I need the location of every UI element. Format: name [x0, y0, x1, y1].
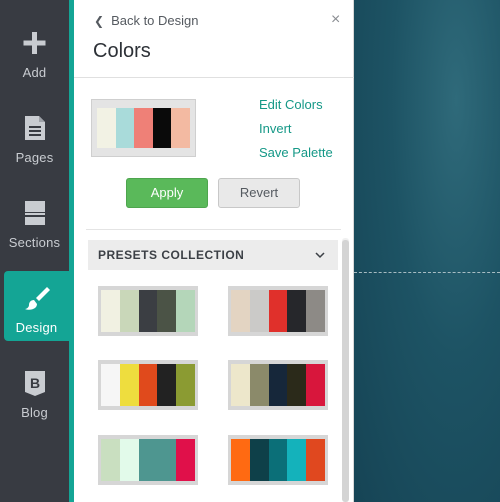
color-swatch [287, 364, 307, 406]
sidebar-item-label: Sections [8, 235, 61, 250]
color-swatch [157, 364, 177, 406]
invert-link[interactable]: Invert [259, 121, 292, 136]
scrollbar-thumb[interactable] [342, 240, 349, 502]
sidebar-item-label: Design [15, 320, 58, 335]
color-swatch [138, 439, 158, 481]
apply-button[interactable]: Apply [126, 178, 208, 208]
color-swatch [268, 290, 288, 332]
divider [86, 229, 341, 230]
page-canvas[interactable] [354, 0, 500, 502]
preset-palette[interactable] [228, 360, 328, 410]
color-swatch [115, 108, 135, 148]
color-swatch [306, 290, 325, 332]
color-swatch [231, 290, 250, 332]
sidebar-item-sections[interactable]: Sections [0, 186, 69, 256]
color-swatch [231, 439, 250, 481]
sidebar-item-pages[interactable]: Pages [0, 101, 69, 171]
color-swatch [249, 439, 269, 481]
color-swatch [287, 290, 307, 332]
back-to-design-link[interactable]: ❮ Back to Design [94, 13, 199, 28]
color-swatch [138, 364, 158, 406]
color-swatch [268, 439, 288, 481]
color-swatch [97, 108, 116, 148]
svg-text:B: B [30, 375, 40, 391]
section-divider-guide [354, 272, 500, 273]
preset-palette[interactable] [98, 360, 198, 410]
preset-palette[interactable] [98, 435, 198, 485]
color-swatch [287, 439, 307, 481]
color-swatch [101, 364, 120, 406]
paintbrush-icon [25, 287, 50, 310]
divider [74, 77, 354, 78]
current-palette-swatch[interactable] [91, 99, 196, 157]
color-swatch [249, 364, 269, 406]
sidebar-item-label: Pages [15, 150, 54, 165]
color-swatch [176, 290, 195, 332]
back-label: Back to Design [111, 13, 199, 28]
color-swatch [134, 108, 153, 148]
color-swatch [268, 364, 288, 406]
presets-collection-header[interactable]: PRESETS COLLECTION [88, 240, 338, 270]
revert-button[interactable]: Revert [218, 178, 300, 208]
color-swatch [249, 290, 269, 332]
color-swatch [306, 364, 325, 406]
sidebar-item-design[interactable]: Design [4, 271, 69, 341]
color-swatch [101, 290, 120, 332]
preset-palette[interactable] [228, 286, 328, 336]
save-palette-link[interactable]: Save Palette [259, 145, 333, 160]
color-swatch [157, 439, 177, 481]
color-swatch [119, 290, 139, 332]
page-title: Colors [93, 40, 151, 62]
sections-icon [25, 201, 45, 225]
preset-palette[interactable] [98, 286, 198, 336]
color-swatch [171, 108, 190, 148]
sidebar-item-add[interactable]: Add [0, 16, 69, 86]
sidebar-item-blog[interactable]: B Blog [0, 356, 69, 426]
color-swatch [138, 290, 158, 332]
preset-palette[interactable] [228, 435, 328, 485]
sidebar-item-label: Add [22, 65, 47, 80]
color-swatch [231, 364, 250, 406]
color-swatch [157, 290, 177, 332]
color-swatch [119, 439, 139, 481]
color-swatch [152, 108, 172, 148]
color-swatch [176, 364, 195, 406]
plus-icon [23, 32, 46, 54]
close-icon[interactable]: × [331, 11, 340, 29]
sidebar-item-label: Blog [21, 405, 48, 420]
color-swatch [176, 439, 195, 481]
presets-collection-label: PRESETS COLLECTION [98, 248, 245, 262]
panel-scrollbar[interactable] [342, 238, 349, 502]
color-swatch [101, 439, 120, 481]
blog-icon: B [25, 371, 45, 396]
chevron-down-icon [315, 252, 325, 259]
editor-sidebar: Add Pages Sections Design B Blog [0, 0, 69, 502]
colors-panel: ❮ Back to Design × Colors Edit Colors Inv… [74, 0, 354, 502]
edit-colors-link[interactable]: Edit Colors [259, 97, 323, 112]
color-swatch [306, 439, 325, 481]
document-icon [25, 116, 45, 140]
color-swatch [119, 364, 139, 406]
chevron-left-icon: ❮ [94, 14, 105, 28]
